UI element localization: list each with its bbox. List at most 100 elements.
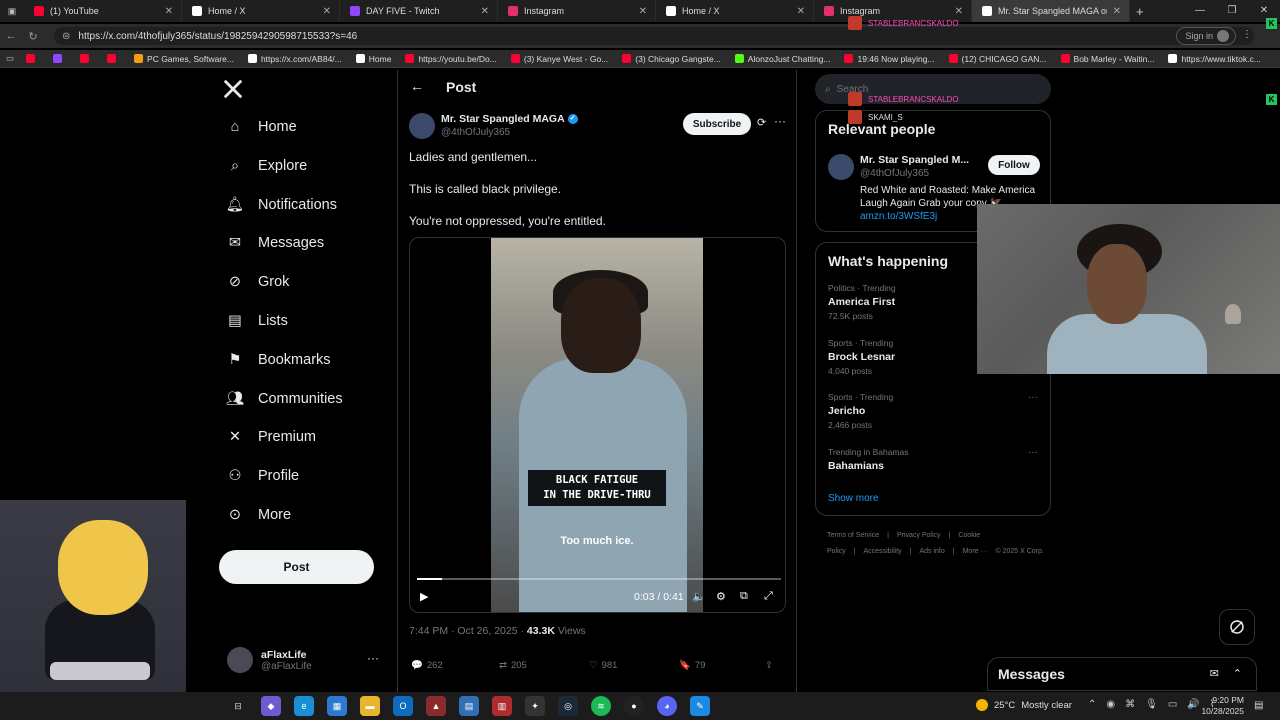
volume-icon[interactable]: 🔊: [1187, 699, 1199, 710]
nav-item-more[interactable]: ⊙ More: [226, 506, 291, 524]
close-icon[interactable]: ✕: [639, 6, 647, 17]
nav-item-explore[interactable]: ⌕ Explore: [226, 157, 307, 175]
bookmarks-menu-icon[interactable]: ▭: [6, 53, 14, 64]
bookmark-item[interactable]: [74, 54, 99, 63]
account-more-icon[interactable]: ···: [367, 651, 379, 665]
extension-icon[interactable]: K: [1266, 18, 1277, 29]
show-more-link[interactable]: Show more: [828, 493, 879, 504]
footer-link[interactable]: More ···: [963, 548, 988, 555]
trend-more-icon[interactable]: ···: [1028, 392, 1038, 403]
sign-in-button[interactable]: Sign in: [1176, 27, 1236, 45]
nav-item-profile[interactable]: ⚇ Profile: [226, 467, 300, 485]
file-explorer-icon[interactable]: ▬: [360, 696, 380, 716]
bookmark-item[interactable]: Home: [350, 54, 398, 64]
notification-icon[interactable]: ▤: [1254, 700, 1263, 711]
author-avatar[interactable]: [409, 113, 435, 139]
bookmark-item[interactable]: PC Games, Software...: [128, 54, 240, 64]
app-icon[interactable]: ✦: [525, 696, 545, 716]
back-arrow-icon[interactable]: ←: [410, 78, 424, 94]
footer-link[interactable]: Privacy Policy: [897, 532, 941, 539]
store-icon[interactable]: ▦: [327, 696, 347, 716]
relevant-name[interactable]: Mr. Star Spangled M...: [860, 154, 969, 166]
author-handle[interactable]: @4thOfJuly365: [441, 127, 510, 138]
extension-icon[interactable]: K: [1266, 94, 1277, 105]
close-icon[interactable]: ✕: [165, 6, 173, 17]
browser-tab[interactable]: (1) YouTube ✕: [24, 0, 182, 22]
clock[interactable]: 9:20 PM 10/28/2025: [1200, 695, 1244, 717]
nav-item-bookmarks[interactable]: ⚑ Bookmarks: [226, 351, 331, 369]
author-name-row[interactable]: Mr. Star Spangled MAGA ✓: [441, 113, 578, 125]
copilot-icon[interactable]: ◆: [261, 696, 281, 716]
follow-button[interactable]: Follow: [988, 155, 1040, 175]
reply-button[interactable]: 💬 262: [411, 660, 443, 671]
x-logo-icon[interactable]: [222, 78, 244, 106]
browser-tab[interactable]: DAY FIVE - Twitch ✕: [340, 0, 498, 22]
discord-icon[interactable]: ◕: [657, 696, 677, 716]
maximize-icon[interactable]: ❐: [1216, 0, 1248, 22]
bookmark-button[interactable]: 🔖 79: [679, 660, 705, 671]
bookmark-item[interactable]: (3) Kanye West - Go...: [505, 54, 614, 64]
bio-link[interactable]: amzn.to/3WSfE3j: [860, 211, 937, 222]
footer-link[interactable]: Accessibility: [864, 548, 902, 555]
bookmark-item[interactable]: AlonzoJust Chatting...: [729, 54, 837, 64]
trend-item[interactable]: Trending in Bahamas Bahamians ···: [828, 447, 1038, 475]
picture-in-picture-icon[interactable]: ⧉: [740, 590, 748, 603]
post-more-icon[interactable]: ···: [774, 114, 786, 128]
bookmark-item[interactable]: Bob Marley - Waitin...: [1055, 54, 1161, 64]
footer-link[interactable]: Terms of Service: [827, 532, 879, 539]
bookmark-item[interactable]: [101, 54, 126, 63]
bookmark-item[interactable]: [47, 54, 72, 63]
browser-tab[interactable]: Home / X ✕: [656, 0, 814, 22]
messages-drawer[interactable]: Messages ✉ ⌃: [987, 657, 1257, 691]
steam-icon[interactable]: ◎: [558, 696, 578, 716]
grok-icon[interactable]: ⟳: [757, 116, 766, 129]
nav-item-notifications[interactable]: 🔔︎ Notifications: [226, 196, 337, 214]
back-icon[interactable]: ←: [0, 30, 22, 42]
share-button[interactable]: ⇪: [765, 660, 773, 671]
footer-link[interactable]: © 2025 X Corp.: [995, 548, 1043, 555]
like-button[interactable]: ♡ 981: [589, 660, 617, 671]
nav-item-communities[interactable]: 👥︎ Communities: [226, 390, 343, 408]
trend-item[interactable]: Sports · Trending Jericho 2,466 posts ···: [828, 392, 1038, 430]
avatar[interactable]: [828, 154, 854, 180]
edge-browser-icon[interactable]: e: [294, 696, 314, 716]
browser-tab[interactable]: Home / X ✕: [182, 0, 340, 22]
account-switcher[interactable]: aFlaxLife @aFlaxLife ···: [227, 647, 387, 673]
battery-icon[interactable]: ▭: [1168, 699, 1177, 710]
close-icon[interactable]: ✕: [323, 6, 331, 17]
app-icon[interactable]: ▥: [492, 696, 512, 716]
bookmark-item[interactable]: [20, 54, 45, 63]
nav-item-lists[interactable]: ▤ Lists: [226, 312, 288, 330]
nav-item-home[interactable]: ⌂ Home: [226, 118, 297, 136]
fullscreen-icon[interactable]: ⤢: [764, 590, 773, 603]
close-icon[interactable]: ✕: [481, 6, 489, 17]
tab-actions-icon[interactable]: ▣: [0, 6, 24, 17]
site-info-icon[interactable]: ⊜: [62, 31, 70, 42]
reload-icon[interactable]: ↻: [22, 30, 44, 43]
footer-link[interactable]: Ads info: [919, 548, 944, 555]
new-message-icon[interactable]: ✉: [1210, 667, 1219, 680]
bookmark-item[interactable]: https://youtu.be/Do...: [399, 54, 502, 64]
browser-menu-icon[interactable]: ⋮: [1242, 29, 1252, 40]
game-icon[interactable]: ▲: [426, 696, 446, 716]
bookmark-item[interactable]: (3) Chicago Gangste...: [616, 54, 727, 64]
app-icon[interactable]: ✎: [690, 696, 710, 716]
weather-widget[interactable]: 25°C Mostly clear: [976, 699, 1072, 711]
repost-button[interactable]: ⇄ 205: [499, 660, 527, 671]
video-progress-bar[interactable]: [417, 578, 781, 580]
settings-gear-icon[interactable]: ⚙: [716, 590, 726, 603]
spotify-icon[interactable]: ≋: [591, 696, 611, 716]
tray-app-icon[interactable]: ◉: [1106, 699, 1115, 710]
chevron-up-icon[interactable]: ⌃: [1088, 699, 1096, 710]
nav-item-messages[interactable]: ✉ Messages: [226, 234, 324, 252]
volume-icon[interactable]: 🔈: [692, 590, 706, 603]
video-player[interactable]: BLACK FATIGUE IN THE DRIVE-THRU Too much…: [409, 237, 786, 613]
microphone-icon[interactable]: 🎙: [1145, 699, 1158, 710]
nav-item-grok[interactable]: ⊘ Grok: [226, 273, 290, 291]
task-view-icon[interactable]: ⊟: [228, 696, 248, 716]
browser-tab[interactable]: Instagram ✕: [498, 0, 656, 22]
bookmark-item[interactable]: https://x.com/AB84/...: [242, 54, 348, 64]
url-field[interactable]: ⊜ https://x.com/4thofjuly365/status/1982…: [54, 27, 1254, 45]
close-icon[interactable]: ✕: [1113, 6, 1121, 17]
play-icon[interactable]: ▶: [420, 590, 428, 603]
